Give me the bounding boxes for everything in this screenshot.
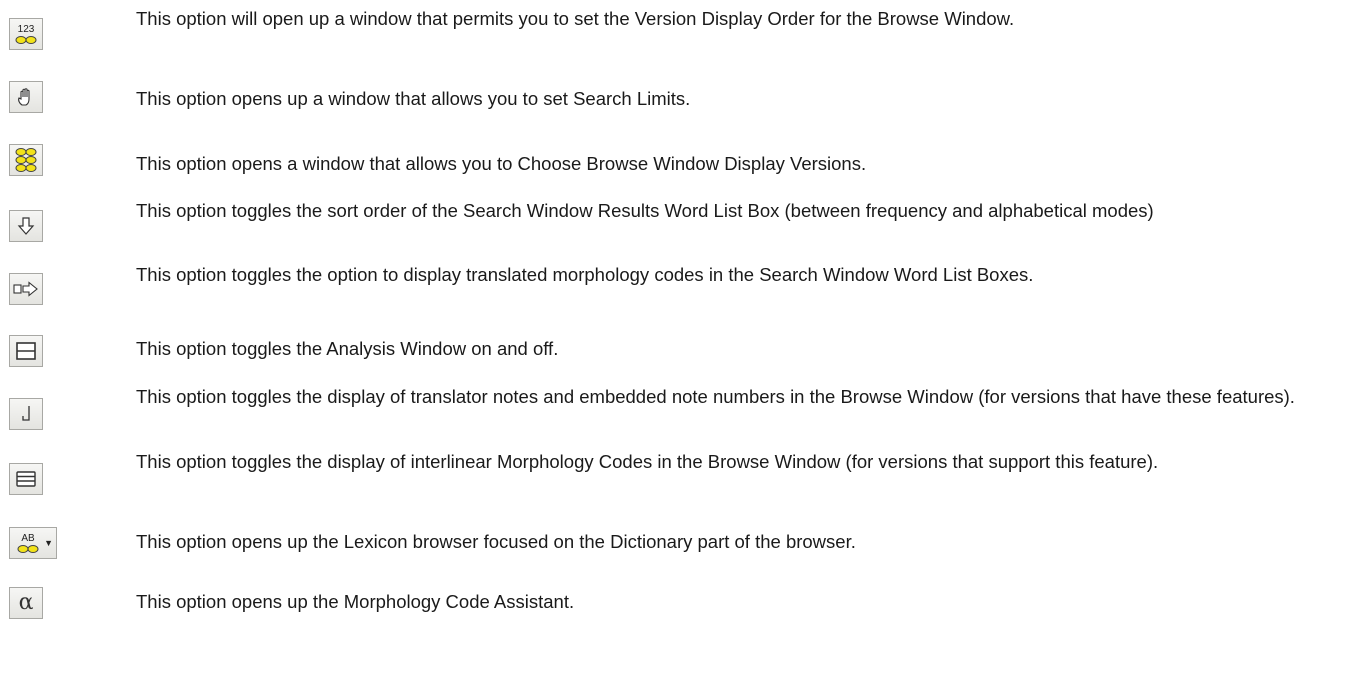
lexicon-dictionary-button[interactable]: AB ▼ xyxy=(9,527,57,559)
option-description: This option toggles the Analysis Window … xyxy=(136,338,559,359)
analysis-window-split-icon xyxy=(15,341,37,361)
version-order-icon: 123 xyxy=(13,22,39,46)
translator-notes-icon xyxy=(18,404,34,424)
interlinear-codes-button[interactable] xyxy=(9,463,43,495)
sort-order-button[interactable] xyxy=(9,210,43,242)
option-description: This option toggles the display of inter… xyxy=(136,451,1159,472)
morphology-assistant-alpha-icon: α xyxy=(18,590,34,615)
option-description: This option will open up a window that p… xyxy=(136,8,1015,29)
option-description: This option toggles the display of trans… xyxy=(136,386,1295,407)
analysis-window-button[interactable] xyxy=(9,335,43,367)
lexicon-dictionary-icon: AB xyxy=(16,530,40,556)
svg-text:AB: AB xyxy=(21,533,35,544)
sort-order-arrow-down-icon xyxy=(17,216,35,236)
version-order-button[interactable]: 123 xyxy=(9,18,43,50)
translated-morphology-button[interactable] xyxy=(9,273,43,305)
translator-notes-button[interactable] xyxy=(9,398,43,430)
option-description: This option opens a window that allows y… xyxy=(136,153,867,174)
search-limits-button[interactable] xyxy=(9,81,43,113)
interlinear-lines-icon xyxy=(15,470,37,488)
option-description: This option opens up a window that allow… xyxy=(136,88,691,109)
option-description: This option toggles the sort order of th… xyxy=(136,200,1154,221)
translated-morphology-arrow-icon xyxy=(13,281,39,297)
search-limits-hand-icon xyxy=(15,86,37,108)
option-description: This option toggles the option to displa… xyxy=(136,264,1034,285)
svg-text:123: 123 xyxy=(18,24,35,35)
dropdown-arrow-icon[interactable]: ▼ xyxy=(44,528,53,558)
option-description: This option opens up the Morphology Code… xyxy=(136,591,575,612)
morphology-assistant-button[interactable]: α xyxy=(9,587,43,619)
display-versions-button[interactable] xyxy=(9,144,43,176)
option-description: This option opens up the Lexicon browser… xyxy=(136,531,856,552)
display-versions-icon xyxy=(14,147,38,173)
